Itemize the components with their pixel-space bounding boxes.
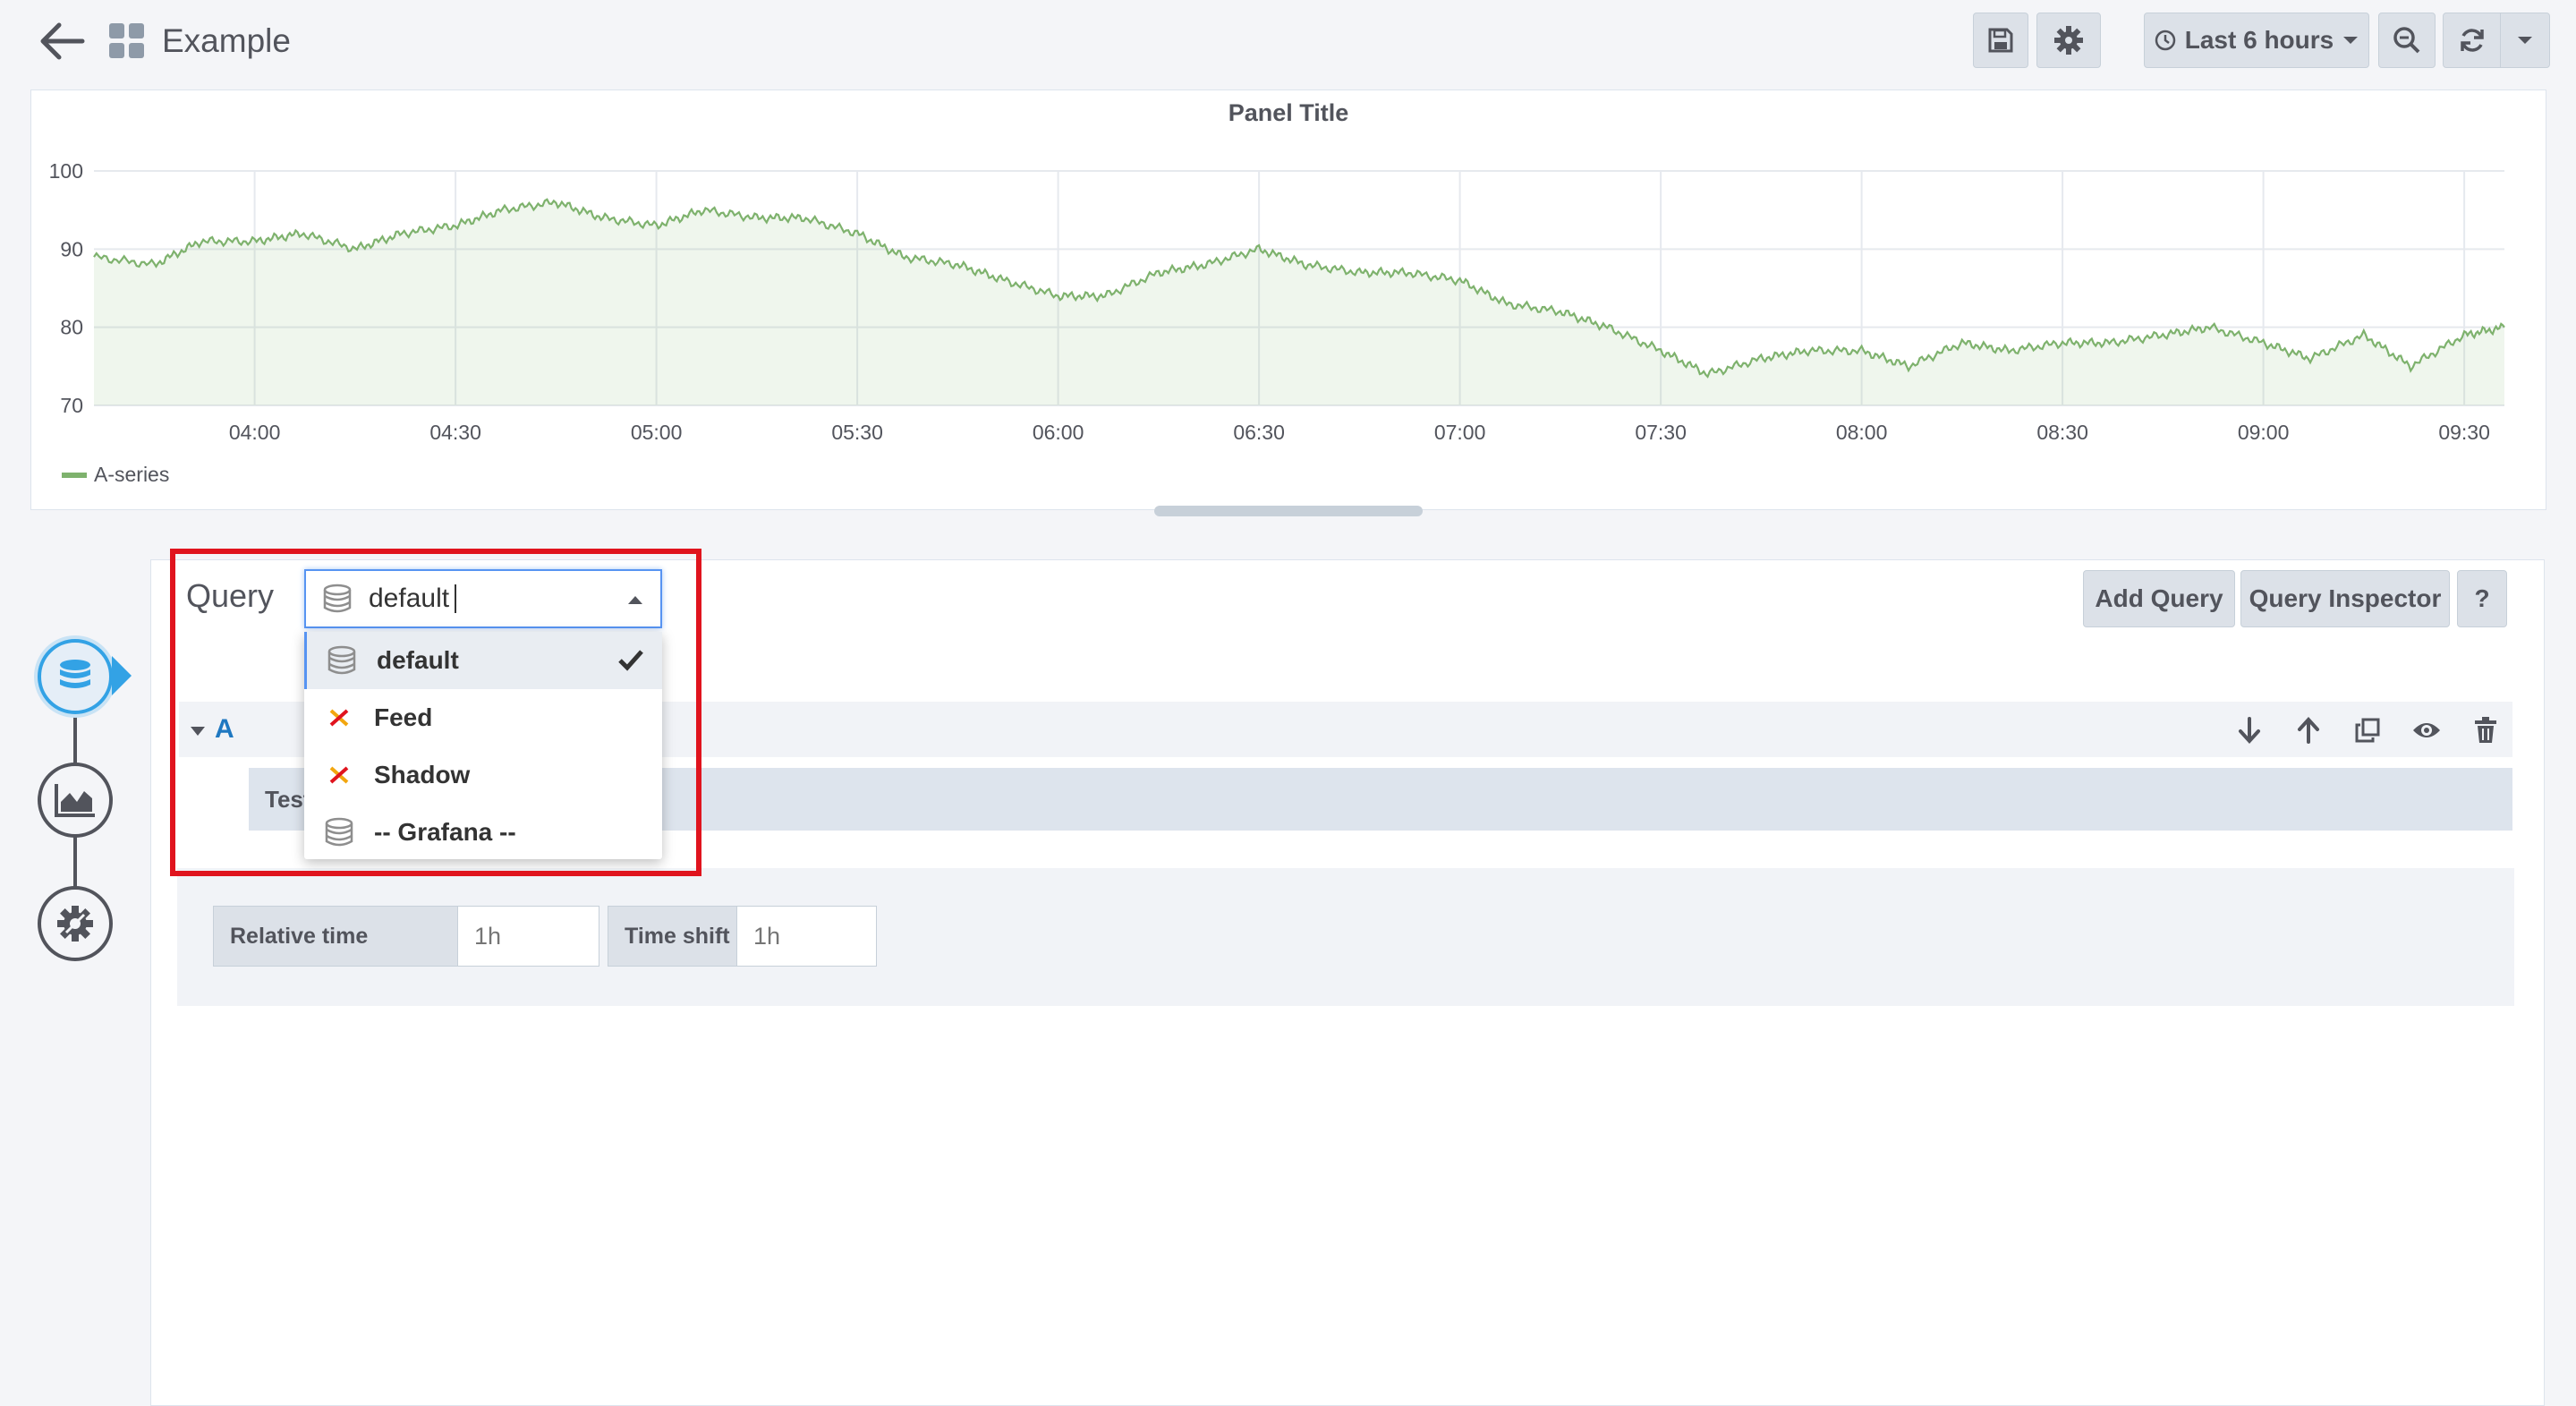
relative-time-label: Relative time <box>213 906 458 967</box>
x-tick-label: 07:30 <box>1635 421 1687 444</box>
cross-x-icon <box>329 709 349 727</box>
time-range-picker[interactable]: Last 6 hours <box>2144 13 2369 68</box>
arrow-up-icon <box>2298 717 2319 744</box>
datasource-picker[interactable]: default <box>304 569 662 628</box>
datasource-option-shadow[interactable]: Shadow <box>304 746 662 804</box>
gear-icon <box>2054 26 2083 55</box>
query-label: Query <box>186 577 275 614</box>
x-tick-label: 09:30 <box>2438 421 2490 444</box>
remove-query-button[interactable] <box>2470 714 2502 746</box>
move-up-button[interactable] <box>2292 714 2325 746</box>
query-row-actions <box>2233 714 2502 746</box>
datasource-dropdown-menu: default Feed Shadow -- Grafana -- <box>304 632 662 859</box>
database-icon <box>327 645 356 675</box>
database-icon <box>325 817 353 847</box>
area-chart-icon <box>55 784 95 817</box>
zoom-out-button[interactable] <box>2378 13 2436 68</box>
time-series-chart: 100 90 80 70 04:00 04:30 05:00 05:30 06:00 06:30 0… <box>49 159 2505 444</box>
y-tick-label: 90 <box>60 237 83 260</box>
cog-wrench-icon <box>57 906 93 942</box>
datasource-option-grafana[interactable]: -- Grafana -- <box>304 804 662 861</box>
panel-resize-handle[interactable] <box>1154 506 1423 516</box>
series-area-A-series <box>94 199 2504 405</box>
refresh-button-group[interactable] <box>2443 13 2550 68</box>
collapse-caret-icon[interactable] <box>191 727 205 736</box>
dashboard-grid-icon <box>109 23 145 59</box>
database-icon <box>323 584 352 613</box>
query-ref-id[interactable]: A <box>215 714 234 745</box>
x-tick-label: 09:00 <box>2238 421 2290 444</box>
active-tab-pointer <box>112 656 132 695</box>
x-tick-label: 07:00 <box>1434 421 1486 444</box>
eye-icon <box>2413 723 2440 737</box>
query-inspector-button[interactable]: Query Inspector <box>2240 570 2450 627</box>
x-tick-label: 04:00 <box>229 421 281 444</box>
copy-icon <box>2355 718 2380 743</box>
checkmark-icon <box>618 650 643 671</box>
dashboard-title: Example <box>162 22 291 59</box>
save-icon <box>1988 28 2013 53</box>
option-label: -- Grafana -- <box>374 818 516 846</box>
refresh-interval-dropdown[interactable] <box>2501 13 2549 67</box>
legend-swatch <box>62 472 87 478</box>
x-tick-label: 06:30 <box>1233 421 1285 444</box>
caret-up-icon[interactable] <box>628 596 642 604</box>
caret-down-icon <box>2343 37 2359 44</box>
queries-tab-button[interactable] <box>38 639 113 714</box>
cross-x-icon <box>329 766 349 784</box>
toggle-visibility-button[interactable] <box>2410 714 2443 746</box>
clock-icon <box>2155 30 2175 51</box>
refresh-icon <box>2460 29 2484 52</box>
y-tick-label: 70 <box>60 394 83 417</box>
dashboard-settings-button[interactable] <box>2036 13 2101 68</box>
text-cursor <box>455 584 457 613</box>
time-range-label: Last 6 hours <box>2184 26 2334 54</box>
add-query-button[interactable]: Add Query <box>2083 570 2235 627</box>
datasource-option-feed[interactable]: Feed <box>304 689 662 746</box>
move-down-button[interactable] <box>2233 714 2266 746</box>
trash-icon <box>2475 717 2496 743</box>
general-settings-tab-button[interactable] <box>38 886 113 961</box>
refresh-button[interactable] <box>2444 13 2502 67</box>
option-label: default <box>377 646 459 674</box>
legend-series-label[interactable]: A-series <box>94 463 169 487</box>
x-tick-label: 08:00 <box>1836 421 1888 444</box>
x-tick-label: 05:00 <box>631 421 683 444</box>
duplicate-query-button[interactable] <box>2351 714 2384 746</box>
option-label: Feed <box>374 703 433 731</box>
datasource-picker-value[interactable]: default <box>369 584 449 614</box>
arrow-down-icon <box>2239 717 2260 744</box>
graph-panel[interactable]: Panel Title 100 90 80 70 04:00 04:30 05:00 05:3… <box>30 89 2546 510</box>
y-tick-label: 100 <box>49 159 83 183</box>
x-tick-label: 08:30 <box>2036 421 2088 444</box>
datasource-option-default[interactable]: default <box>304 632 662 689</box>
time-shift-input[interactable] <box>737 906 877 967</box>
x-tick-label: 04:30 <box>429 421 481 444</box>
back-arrow-icon[interactable] <box>36 18 89 64</box>
time-shift-label: Time shift <box>608 906 737 967</box>
help-button[interactable]: ? <box>2457 570 2507 627</box>
save-dashboard-button[interactable] <box>1973 13 2028 68</box>
visualization-tab-button[interactable] <box>38 763 113 838</box>
relative-time-input[interactable] <box>458 906 599 967</box>
chart-legend[interactable]: A-series <box>62 463 169 487</box>
option-label: Shadow <box>374 761 471 788</box>
x-tick-label: 06:00 <box>1033 421 1084 444</box>
caret-down-icon <box>2518 37 2533 44</box>
y-tick-label: 80 <box>60 316 83 339</box>
database-icon <box>60 660 90 688</box>
zoom-out-icon <box>2393 27 2420 54</box>
x-tick-label: 05:30 <box>831 421 883 444</box>
